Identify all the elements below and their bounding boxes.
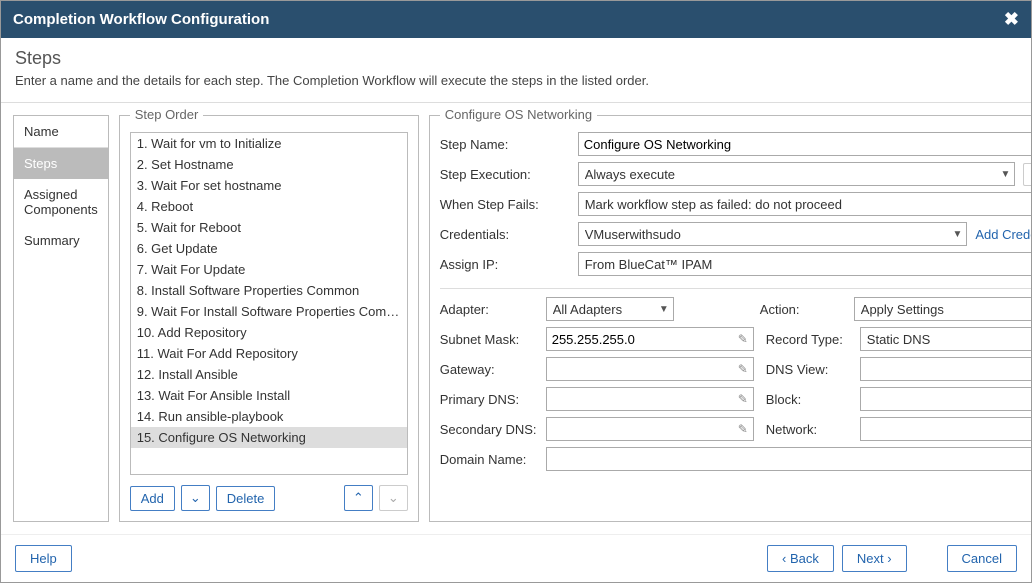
chevron-right-icon: › [884, 551, 892, 566]
back-button[interactable]: ‹ Back [767, 545, 834, 572]
move-up-button[interactable]: ⌃ [344, 485, 373, 511]
assign-ip-label: Assign IP: [440, 257, 570, 272]
step-item[interactable]: 12. Install Ansible [131, 364, 407, 385]
step-item[interactable]: 2. Set Hostname [131, 154, 407, 175]
step-item[interactable]: 3. Wait For set hostname [131, 175, 407, 196]
adapter-label: Adapter: [440, 302, 540, 317]
add-credentials-link[interactable]: Add Credentials [975, 227, 1031, 242]
step-item[interactable]: 4. Reboot [131, 196, 407, 217]
step-name-input[interactable] [578, 132, 1031, 156]
help-button[interactable]: Help [15, 545, 72, 572]
pencil-icon[interactable]: ✎ [733, 392, 753, 406]
next-button[interactable]: Next › [842, 545, 907, 572]
page-heading: Steps [15, 48, 1017, 69]
network-label: Network: [766, 422, 854, 437]
when-fails-label: When Step Fails: [440, 197, 570, 212]
gateway-label: Gateway: [440, 362, 540, 377]
dns-view-input[interactable]: ✎ [860, 357, 1031, 381]
assign-ip-select[interactable]: From BlueCat™ IPAM ▼ [578, 252, 1031, 276]
block-input[interactable]: ✎ [860, 387, 1031, 411]
dialog-title: Completion Workflow Configuration [13, 11, 269, 28]
block-label: Block: [766, 392, 854, 407]
step-execution-select[interactable]: Always execute ▼ [578, 162, 1016, 186]
chevron-up-icon: ⌃ [353, 490, 364, 505]
adapter-select[interactable]: All Adapters ▼ [546, 297, 674, 321]
titlebar: Completion Workflow Configuration ✖ [1, 1, 1031, 38]
primary-dns-input[interactable]: ✎ [546, 387, 754, 411]
step-item[interactable]: 7. Wait For Update [131, 259, 407, 280]
action-label: Action: [760, 302, 848, 317]
chevron-left-icon: ‹ [782, 551, 790, 566]
step-item[interactable]: 10. Add Repository [131, 322, 407, 343]
step-item[interactable]: 9. Wait For Install Software Properties … [131, 301, 407, 322]
caret-down-icon: ▼ [1001, 169, 1011, 180]
secondary-dns-label: Secondary DNS: [440, 422, 540, 437]
delete-button[interactable]: Delete [216, 486, 276, 511]
step-order-legend: Step Order [130, 107, 204, 122]
when-fails-select[interactable]: Mark workflow step as failed: do not pro… [578, 192, 1031, 216]
nav-item-summary[interactable]: Summary [14, 225, 108, 256]
chevron-down-icon: ⌄ [388, 490, 399, 505]
step-item[interactable]: 13. Wait For Ansible Install [131, 385, 407, 406]
caret-down-icon: ▼ [952, 229, 962, 240]
step-item[interactable]: 14. Run ansible-playbook [131, 406, 407, 427]
chevron-down-icon: ⌄ [190, 490, 201, 505]
domain-name-label: Domain Name: [440, 452, 540, 467]
step-order-panel: Step Order 1. Wait for vm to Initialize2… [119, 115, 419, 522]
dialog: Completion Workflow Configuration ✖ Step… [0, 0, 1032, 583]
dns-view-label: DNS View: [766, 362, 854, 377]
pencil-icon[interactable]: ✎ [733, 422, 753, 436]
record-type-select[interactable]: Static DNS ▼ [860, 327, 1031, 351]
domain-name-input[interactable]: ✎ [546, 447, 1031, 471]
caret-down-icon: ▼ [659, 304, 669, 315]
step-item[interactable]: 8. Install Software Properties Common [131, 280, 407, 301]
edit-button[interactable]: Edit [1023, 163, 1031, 186]
credentials-label: Credentials: [440, 227, 570, 242]
subnet-mask-label: Subnet Mask: [440, 332, 540, 347]
nav-header: Name [14, 116, 108, 148]
step-item[interactable]: 11. Wait For Add Repository [131, 343, 407, 364]
network-input[interactable]: ✎ [860, 417, 1031, 441]
cancel-button[interactable]: Cancel [947, 545, 1017, 572]
gateway-input[interactable]: ✎ [546, 357, 754, 381]
primary-dns-label: Primary DNS: [440, 392, 540, 407]
header-section: Steps Enter a name and the details for e… [1, 38, 1031, 103]
nav-panel: Name Steps Assigned Components Summary [13, 115, 109, 522]
pencil-icon[interactable]: ✎ [733, 362, 753, 376]
config-panel: Configure OS Networking Step Name: Step … [429, 115, 1031, 522]
add-dropdown-button[interactable]: ⌄ [181, 485, 210, 511]
step-item[interactable]: 5. Wait for Reboot [131, 217, 407, 238]
pencil-icon[interactable]: ✎ [733, 332, 753, 346]
page-subtext: Enter a name and the details for each st… [15, 73, 1017, 88]
subnet-mask-input[interactable]: ✎ [546, 327, 754, 351]
footer: Help ‹ Back Next › Cancel [1, 534, 1031, 582]
main-content: Name Steps Assigned Components Summary S… [1, 103, 1031, 534]
nav-item-steps[interactable]: Steps [14, 148, 108, 179]
move-down-button[interactable]: ⌄ [379, 485, 408, 511]
action-select[interactable]: Apply Settings ▼ [854, 297, 1031, 321]
step-execution-label: Step Execution: [440, 167, 570, 182]
step-list[interactable]: 1. Wait for vm to Initialize2. Set Hostn… [130, 132, 408, 475]
step-item[interactable]: 15. Configure OS Networking [131, 427, 407, 448]
credentials-select[interactable]: VMuserwithsudo ▼ [578, 222, 968, 246]
config-legend: Configure OS Networking [440, 107, 597, 122]
step-name-label: Step Name: [440, 137, 570, 152]
close-icon[interactable]: ✖ [1004, 9, 1019, 30]
step-item[interactable]: 1. Wait for vm to Initialize [131, 133, 407, 154]
nav-item-assigned-components[interactable]: Assigned Components [14, 179, 108, 225]
secondary-dns-input[interactable]: ✎ [546, 417, 754, 441]
step-controls: Add ⌄ Delete ⌃ ⌄ [130, 485, 408, 511]
step-item[interactable]: 6. Get Update [131, 238, 407, 259]
add-button[interactable]: Add [130, 486, 175, 511]
record-type-label: Record Type: [766, 332, 854, 347]
divider [440, 288, 1031, 289]
